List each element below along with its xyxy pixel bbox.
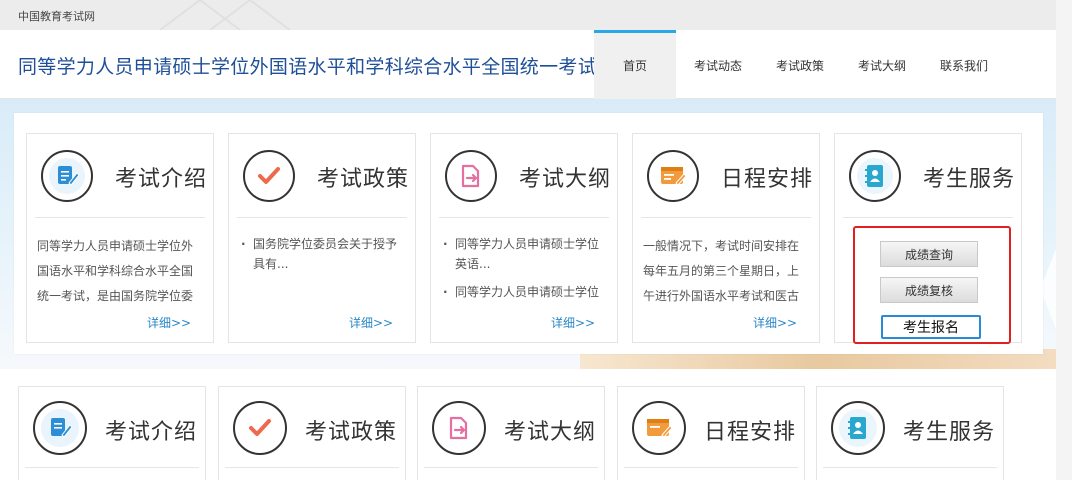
news-item-link[interactable]: 同等学力人员申请硕士学位: [441, 282, 607, 302]
nav-contact-us[interactable]: 联系我们: [924, 30, 1004, 98]
card-title: 考试大纲: [503, 420, 596, 445]
score-query-button[interactable]: 成绩查询: [880, 241, 978, 267]
page-right-margin: [1056, 0, 1072, 480]
file-export-icon: [445, 150, 497, 202]
card-title: 考试政策: [316, 167, 409, 192]
card-divider: [225, 467, 399, 468]
card-title: 考生服务: [902, 420, 995, 445]
card-divider: [25, 467, 199, 468]
contact-book-icon: [831, 401, 885, 455]
card-title: 考试政策: [304, 420, 397, 445]
card-exam-policy: 考试政策: [218, 386, 406, 480]
card-candidate-services: 考生服务: [816, 386, 1004, 480]
card-exam-intro: 考试介绍: [18, 386, 206, 480]
score-review-button[interactable]: 成绩复核: [880, 277, 978, 303]
contact-book-icon: [849, 150, 901, 202]
card-title: 日程安排: [703, 420, 796, 445]
card-exam-syllabus: 考试大纲 同等学力人员申请硕士学位英语... 同等学力人员申请硕士学位 详细>>: [430, 133, 618, 343]
card-exam-intro: 考试介绍 同等学力人员申请硕士学位外国语水平和学科综合水平全国统一考试，是由国务…: [26, 133, 214, 343]
news-item-link[interactable]: 同等学力人员申请硕士学位英语...: [441, 234, 607, 274]
background-decoration: [160, 0, 291, 30]
nav-exam-policy[interactable]: 考试政策: [760, 30, 840, 98]
top-strip: 中国教育考试网: [0, 0, 1056, 31]
nav-exam-syllabus[interactable]: 考试大纲: [840, 30, 924, 98]
site-name: 中国教育考试网: [18, 10, 95, 23]
card-divider: [237, 217, 407, 218]
card-divider: [823, 467, 997, 468]
page-title: 同等学力人员申请硕士学位外国语水平和学科综合水平全国统一考试: [18, 56, 598, 78]
more-link[interactable]: 详细>>: [349, 314, 393, 331]
card-news-list: 同等学力人员申请硕士学位英语... 同等学力人员申请硕士学位: [441, 234, 607, 309]
card-divider: [843, 217, 1013, 218]
checkmark-icon: [233, 401, 287, 455]
more-link[interactable]: 详细>>: [147, 314, 191, 331]
card-title: 考试介绍: [114, 167, 207, 192]
card-text: 一般情况下，考试时间安排在每年五月的第三个星期日，上午进行外国语水平考试和医古: [643, 239, 800, 303]
card-divider: [641, 217, 811, 218]
services-highlight-box: 成绩查询 成绩复核 考生报名: [853, 226, 1011, 344]
card-divider: [424, 467, 598, 468]
news-item-link[interactable]: 国务院学位委员会关于授予具有...: [239, 234, 405, 274]
more-link[interactable]: 详细>>: [551, 314, 595, 331]
card-title: 日程安排: [720, 167, 813, 192]
card-divider: [35, 217, 205, 218]
nav-home[interactable]: 首页: [594, 30, 676, 101]
checkmark-icon: [243, 150, 295, 202]
document-edit-icon: [41, 150, 93, 202]
card-schedule: 日程安排 一般情况下，考试时间安排在每年五月的第三个星期日，上午进行外国语水平考…: [632, 133, 820, 343]
card-exam-syllabus: 考试大纲: [417, 386, 605, 480]
card-divider: [439, 217, 609, 218]
main-nav: 首页 考试动态 考试政策 考试大纲 联系我们: [594, 30, 1004, 101]
schedule-icon: [647, 150, 699, 202]
more-link[interactable]: 详细>>: [753, 314, 797, 331]
card-title: 考试大纲: [518, 167, 611, 192]
header: 同等学力人员申请硕士学位外国语水平和学科综合水平全国统一考试 首页 考试动态 考…: [0, 30, 1056, 101]
nav-exam-news[interactable]: 考试动态: [676, 30, 760, 98]
card-divider: [624, 467, 798, 468]
card-text: 同等学力人员申请硕士学位外国语水平和学科综合水平全国统一考试，是由国务院学位委: [37, 239, 194, 303]
document-edit-icon: [33, 401, 87, 455]
file-export-icon: [432, 401, 486, 455]
card-news-list: 国务院学位委员会关于授予具有...: [239, 234, 405, 309]
card-schedule: 日程安排: [617, 386, 805, 480]
card-title: 考试介绍: [104, 420, 197, 445]
card-title: 考生服务: [922, 167, 1015, 192]
card-exam-policy: 考试政策 国务院学位委员会关于授予具有... 详细>>: [228, 133, 416, 343]
schedule-icon: [632, 401, 686, 455]
candidate-registration-button[interactable]: 考生报名: [881, 315, 981, 339]
